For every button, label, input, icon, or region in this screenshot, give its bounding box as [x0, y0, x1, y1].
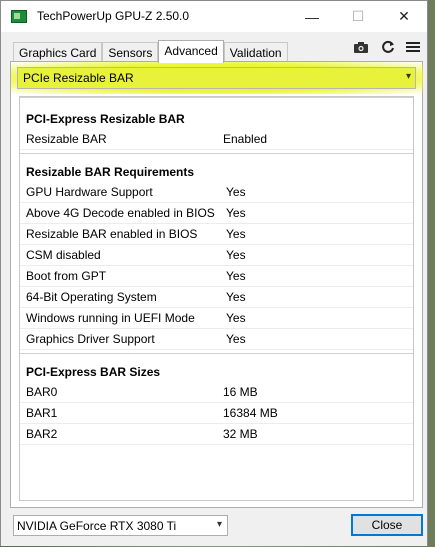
- table-row: BAR1 16384 MB: [20, 403, 413, 424]
- advanced-panel: PCIe Resizable BAR ▾ PCI-Express Resizab…: [10, 61, 423, 508]
- chevron-down-icon: ▾: [216, 519, 222, 530]
- menu-icon[interactable]: [405, 39, 421, 55]
- tab-validation[interactable]: Validation: [223, 42, 288, 62]
- camera-icon[interactable]: [353, 39, 369, 55]
- section-title-rebar: PCI-Express Resizable BAR: [26, 112, 185, 126]
- section-title-requirements: Resizable BAR Requirements: [26, 165, 195, 179]
- close-window-button[interactable]: ✕: [381, 1, 427, 32]
- chevron-down-icon: ▾: [405, 71, 411, 82]
- table-row: BAR2 32 MB: [20, 424, 413, 445]
- gpu-selector[interactable]: NVIDIA GeForce RTX 3080 Ti ▾: [13, 515, 228, 536]
- table-row: BAR0 16 MB: [20, 382, 413, 403]
- table-row: Resizable BAR Enabled: [20, 129, 413, 150]
- table-row: Above 4G Decode enabled in BIOS Yes: [20, 203, 413, 224]
- close-button[interactable]: Close: [351, 514, 423, 536]
- maximize-button[interactable]: ☐: [335, 1, 381, 32]
- gpuz-window: TechPowerUp GPU-Z 2.50.0 — ☐ ✕ Graphics …: [0, 0, 428, 546]
- details-list: PCI-Express Resizable BAR Resizable BAR …: [19, 96, 414, 501]
- minimize-button[interactable]: —: [289, 1, 335, 32]
- bottom-bar: NVIDIA GeForce RTX 3080 Ti ▾ Close: [1, 509, 427, 546]
- window-title: TechPowerUp GPU-Z 2.50.0: [37, 9, 190, 23]
- tab-graphics-card[interactable]: Graphics Card: [13, 42, 103, 62]
- divider: [20, 97, 413, 98]
- divider: [20, 353, 413, 354]
- divider: [20, 153, 413, 154]
- table-row: GPU Hardware Support Yes: [20, 182, 413, 203]
- tab-bar: Graphics Card Sensors Advanced Validatio…: [13, 40, 288, 63]
- dropdown-selected: PCIe Resizable BAR: [23, 71, 134, 85]
- table-row: Graphics Driver Support Yes: [20, 329, 413, 350]
- refresh-icon[interactable]: [380, 39, 396, 55]
- table-row: 64-Bit Operating System Yes: [20, 287, 413, 308]
- table-row: Resizable BAR enabled in BIOS Yes: [20, 224, 413, 245]
- title-bar[interactable]: TechPowerUp GPU-Z 2.50.0 — ☐ ✕: [1, 1, 427, 32]
- category-dropdown[interactable]: PCIe Resizable BAR ▾: [17, 67, 416, 89]
- tab-sensors[interactable]: Sensors: [102, 42, 159, 62]
- app-icon: [11, 10, 27, 23]
- table-row: CSM disabled Yes: [20, 245, 413, 266]
- section-title-bar-sizes: PCI-Express BAR Sizes: [26, 365, 161, 379]
- gpu-selected-label: NVIDIA GeForce RTX 3080 Ti: [17, 519, 177, 533]
- tab-advanced[interactable]: Advanced: [158, 40, 224, 63]
- table-row: Boot from GPT Yes: [20, 266, 413, 287]
- table-row: Windows running in UEFI Mode Yes: [20, 308, 413, 329]
